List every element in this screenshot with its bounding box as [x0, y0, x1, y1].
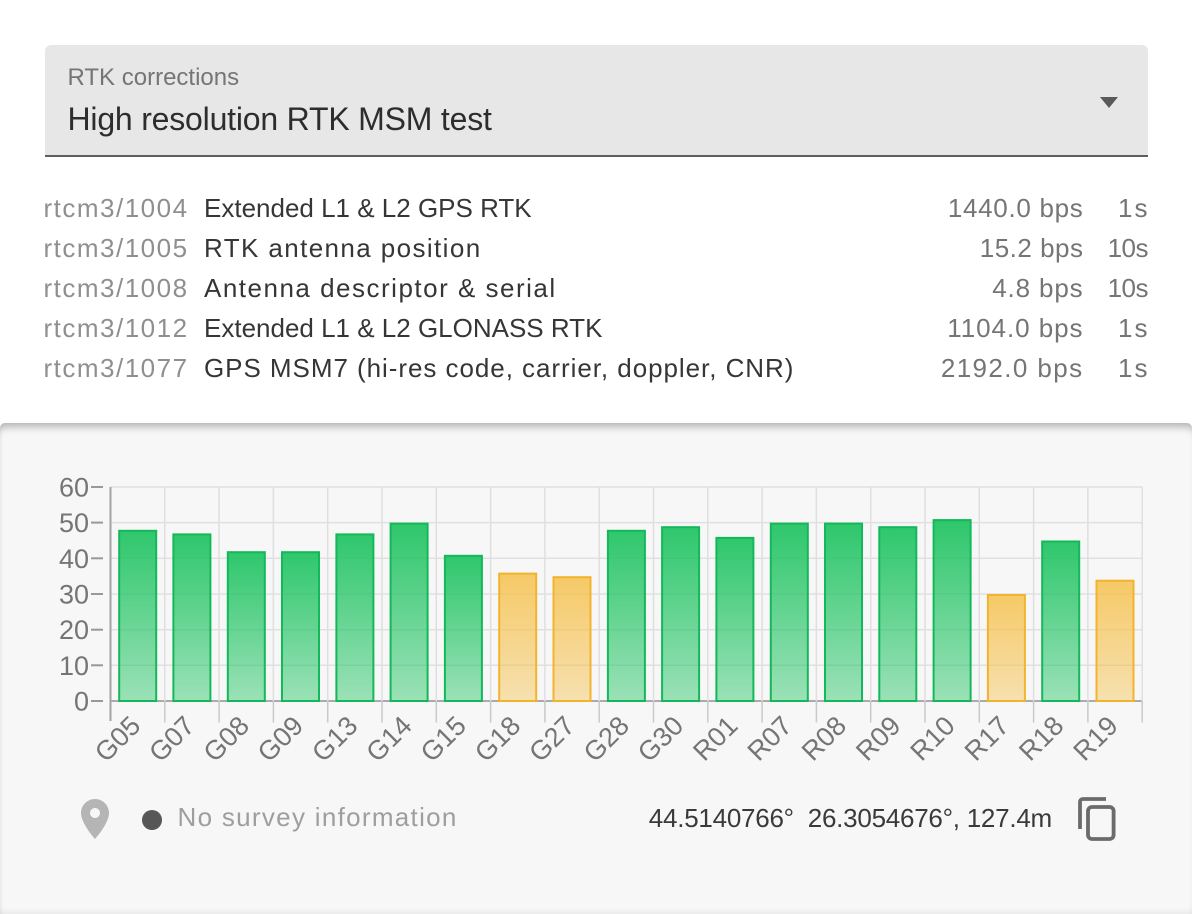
svg-text:60: 60 [59, 473, 89, 503]
svg-text:40: 40 [59, 544, 89, 574]
svg-text:R19: R19 [1068, 710, 1124, 766]
svg-text:G14: G14 [360, 710, 417, 767]
svg-text:R08: R08 [796, 710, 852, 766]
svg-text:G07: G07 [143, 710, 200, 767]
svg-text:30: 30 [59, 580, 89, 610]
svg-text:R10: R10 [905, 710, 961, 766]
svg-text:G30: G30 [632, 710, 689, 767]
svg-text:20: 20 [59, 615, 89, 645]
svg-text:R07: R07 [742, 710, 798, 766]
svg-text:G27: G27 [523, 710, 580, 767]
svg-text:G15: G15 [415, 710, 472, 767]
svg-text:0: 0 [74, 687, 89, 717]
svg-text:G05: G05 [89, 710, 146, 767]
svg-text:10: 10 [59, 651, 89, 681]
svg-text:G09: G09 [252, 710, 309, 767]
svg-text:G08: G08 [198, 710, 255, 767]
svg-text:R18: R18 [1013, 710, 1069, 766]
svg-text:50: 50 [59, 508, 89, 538]
svg-text:R17: R17 [959, 710, 1015, 766]
svg-text:R01: R01 [687, 710, 743, 766]
svg-text:G13: G13 [306, 710, 363, 767]
svg-text:G28: G28 [578, 710, 635, 767]
svg-text:R09: R09 [850, 710, 906, 766]
svg-text:G18: G18 [469, 710, 526, 767]
